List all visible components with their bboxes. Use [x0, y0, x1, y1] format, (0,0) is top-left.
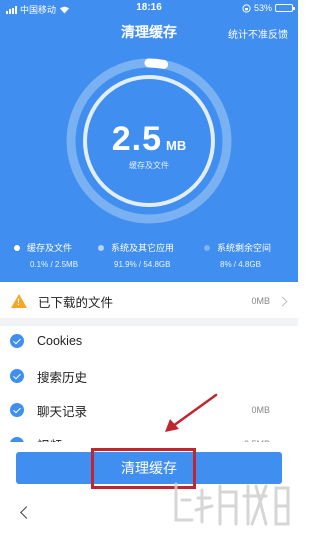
- annotation-arrow: [165, 393, 218, 432]
- watermark-logo: [174, 482, 290, 526]
